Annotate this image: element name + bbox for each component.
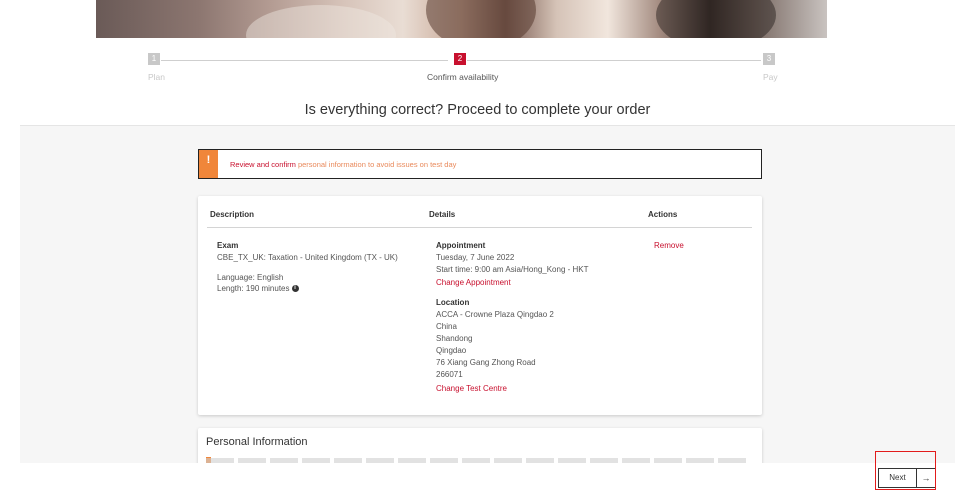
- personal-information-card: Personal Information: [198, 428, 762, 468]
- location-line: 76 Xiang Gang Zhong Road: [436, 358, 536, 367]
- warning-icon: !: [199, 150, 218, 178]
- column-header-details: Details: [429, 210, 456, 219]
- stepper-line: [161, 60, 448, 61]
- location-title: Location: [436, 298, 470, 307]
- step-2-label: Confirm availability: [427, 72, 499, 82]
- location-line: ACCA - Crowne Plaza Qingdao 2: [436, 310, 554, 319]
- order-details-card: [198, 196, 762, 415]
- location-line: 266071: [436, 370, 463, 379]
- stepper-line: [467, 60, 761, 61]
- page: 1 2 3 Plan Confirm availability Pay Is e…: [0, 0, 955, 496]
- alert-rest-text: personal information to avoid issues on …: [295, 160, 457, 169]
- change-test-centre-link[interactable]: Change Test Centre: [436, 384, 507, 393]
- header-divider: [207, 227, 752, 228]
- alert-message: Review and confirm personal information …: [230, 160, 456, 169]
- column-header-actions: Actions: [648, 210, 678, 219]
- exam-length: Length: 190 minutes: [217, 284, 290, 293]
- column-header-description: Description: [210, 210, 255, 219]
- change-appointment-link[interactable]: Change Appointment: [436, 278, 511, 287]
- exam-title: Exam: [217, 241, 239, 250]
- location-line: Qingdao: [436, 346, 467, 355]
- highlight-box: [875, 451, 936, 490]
- appointment-title: Appointment: [436, 241, 486, 250]
- location-line: China: [436, 322, 457, 331]
- remove-link[interactable]: Remove: [654, 241, 684, 250]
- location-line: Shandong: [436, 334, 473, 343]
- step-3-label: Pay: [763, 72, 778, 82]
- footer-bar: [0, 463, 955, 496]
- alert-strong-text: Review and confirm: [230, 160, 296, 169]
- step-3-number: 3: [763, 53, 775, 65]
- page-title: Is everything correct? Proceed to comple…: [304, 102, 651, 118]
- step-1-number: 1: [148, 53, 160, 65]
- step-2-number: 2: [454, 53, 466, 65]
- info-icon[interactable]: i: [291, 285, 299, 293]
- appointment-start-time: Start time: 9:00 am Asia/Hong_Kong - HKT: [436, 265, 589, 274]
- step-1-label: Plan: [148, 72, 166, 82]
- personal-information-title: Personal Information: [206, 436, 308, 448]
- appointment-date: Tuesday, 7 June 2022: [436, 253, 515, 262]
- exam-language: Language: English: [217, 273, 284, 282]
- review-alert: ! Review and confirm personal informatio…: [198, 149, 762, 179]
- exam-name: CBE_TX_UK: Taxation - United Kingdom (TX…: [217, 253, 398, 262]
- exam-length-row: Length: 190 minutes i: [217, 284, 299, 293]
- hero-banner-image: [96, 0, 827, 38]
